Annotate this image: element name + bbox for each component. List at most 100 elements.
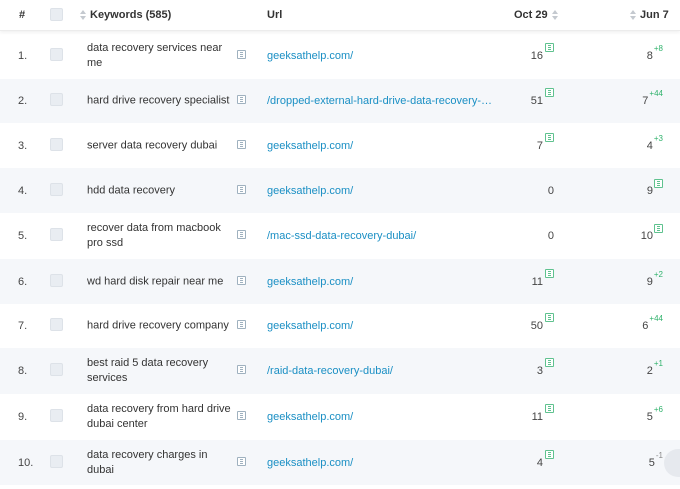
position-date-1: 11 [531, 268, 554, 288]
serp-preview-icon[interactable] [237, 230, 246, 242]
position-value: 5 [646, 411, 653, 423]
column-header-date-2[interactable]: Jun 7 [630, 9, 669, 21]
column-header-date-1[interactable]: Oct 29 [514, 9, 558, 21]
position-date-2: 2 +1 [646, 359, 663, 377]
keyword-text: best raid 5 data recovery services [87, 357, 209, 384]
position-value: 9 [646, 275, 653, 288]
serp-preview-icon[interactable] [237, 95, 246, 107]
row-checkbox[interactable] [50, 93, 63, 109]
row-checkbox[interactable] [50, 273, 63, 290]
row-checkbox[interactable] [50, 137, 63, 154]
position-value: 50 [530, 320, 543, 332]
column-header-keywords[interactable]: Keywords (585) [80, 9, 171, 21]
position-value: 11 [531, 411, 543, 423]
serp-preview-icon[interactable] [237, 49, 246, 62]
sort-icon[interactable] [630, 10, 636, 20]
row-checkbox[interactable] [50, 182, 63, 199]
position-date-1: 11 [531, 404, 554, 423]
row-number: 2. [18, 95, 28, 107]
position-history-icon[interactable] [545, 404, 554, 413]
position-date-1: 51 [530, 88, 554, 107]
position-history-icon[interactable] [654, 224, 663, 233]
table-row: 3. server data recovery dubai geeksathelp.… [0, 123, 680, 168]
table-header: # Keywords (585) Url Oct 29 Jun 7 [0, 0, 680, 31]
row-checkbox[interactable] [50, 318, 63, 334]
select-all-checkbox[interactable] [50, 8, 63, 24]
position-date-2: 8 +8 [646, 44, 663, 62]
ranking-url-link[interactable]: geeksathelp.com/ [267, 411, 353, 423]
keyword-text: wd hard disk repair near me [87, 275, 224, 287]
row-number: 1. [18, 49, 28, 62]
keyword-text: recover data from macbook pro ssd [87, 222, 221, 249]
position-value: 4 [536, 456, 543, 469]
row-number: 7. [18, 320, 28, 332]
row-checkbox[interactable] [50, 228, 63, 244]
table-row: 5. recover data from macbook pro ssd/mac-… [0, 213, 680, 259]
position-change: +6 [653, 405, 663, 414]
position-date-2: 9 +2 [646, 270, 663, 288]
position-history-icon[interactable] [654, 178, 663, 188]
ranking-url-link[interactable]: geeksathelp.com/ [267, 50, 353, 62]
position-date-2: 9 [647, 178, 663, 197]
table-row: 9. data recovery from hard drive dubai ce… [0, 394, 680, 440]
position-history-icon[interactable] [545, 132, 554, 142]
row-number: 8. [18, 365, 28, 377]
table-row: 8. best raid 5 data recovery services/rai… [0, 348, 680, 394]
row-checkbox[interactable] [50, 454, 63, 471]
serp-preview-icon[interactable] [237, 320, 246, 332]
ranking-url-link[interactable]: geeksathelp.com/ [267, 140, 353, 152]
ranking-url-link[interactable]: geeksathelp.com/ [267, 457, 353, 469]
position-history-icon[interactable] [545, 42, 554, 52]
position-value: 16 [530, 49, 543, 62]
position-date-2: 4 +3 [646, 134, 663, 152]
sort-icon[interactable] [551, 10, 558, 20]
position-value: 51 [530, 95, 543, 107]
position-date-2: 5 -1 [649, 451, 663, 469]
serp-preview-icon[interactable] [237, 456, 246, 469]
row-number: 6. [18, 275, 28, 288]
row-checkbox[interactable] [50, 47, 63, 64]
ranking-url-link[interactable]: geeksathelp.com/ [267, 185, 353, 197]
ranking-url-link[interactable]: /mac-ssd-data-recovery-dubai/ [267, 230, 416, 242]
position-value: 7 [536, 139, 543, 152]
table-row: 6. wd hard disk repair near me geeksathelp… [0, 259, 680, 304]
sort-icon[interactable] [80, 10, 86, 20]
position-date-1: 50 [530, 313, 554, 332]
position-history-icon[interactable] [545, 449, 554, 459]
position-value: 7 [642, 95, 649, 107]
serp-preview-icon[interactable] [237, 184, 246, 197]
position-history-icon[interactable] [545, 358, 554, 367]
position-change: +1 [653, 359, 663, 368]
position-history-icon[interactable] [545, 313, 554, 322]
position-date-1: 7 [536, 132, 554, 152]
table-row: 1. data recovery services near me geeksath… [0, 32, 680, 79]
row-checkbox[interactable] [50, 409, 63, 425]
position-history-icon[interactable] [545, 88, 554, 97]
ranking-url-link[interactable]: geeksathelp.com/ [267, 276, 353, 288]
position-date-2: 10 [641, 224, 663, 242]
position-value: 8 [646, 49, 653, 62]
column-header-number: # [19, 9, 26, 21]
serp-preview-icon[interactable] [237, 365, 246, 377]
table-row: 2. hard drive recovery specialist/dropped… [0, 79, 680, 123]
keyword-text: data recovery from hard drive dubai cent… [87, 403, 231, 430]
table-row: 4. hdd data recovery geeksathelp.com/0 9 [0, 168, 680, 213]
serp-preview-icon[interactable] [237, 139, 246, 152]
ranking-url-link[interactable]: /raid-data-recovery-dubai/ [267, 365, 393, 377]
position-value: 2 [646, 365, 653, 377]
serp-preview-icon[interactable] [237, 275, 246, 288]
column-header-date-2-label: Jun 7 [640, 9, 669, 21]
serp-preview-icon[interactable] [237, 411, 246, 423]
position-change: +3 [653, 133, 663, 143]
ranking-url-link[interactable]: /dropped-external-hard-drive-data-recove… [267, 95, 492, 107]
position-value: 6 [642, 320, 649, 332]
position-value: 4 [646, 139, 653, 152]
row-checkbox[interactable] [50, 363, 63, 379]
position-history-icon[interactable] [545, 268, 554, 278]
position-date-2: 5 +6 [646, 405, 663, 423]
ranking-url-link[interactable]: geeksathelp.com/ [267, 320, 353, 332]
position-date-1: 16 [530, 42, 554, 62]
position-value: 11 [531, 275, 543, 288]
row-number: 10. [18, 456, 34, 469]
position-change: +44 [649, 314, 663, 323]
